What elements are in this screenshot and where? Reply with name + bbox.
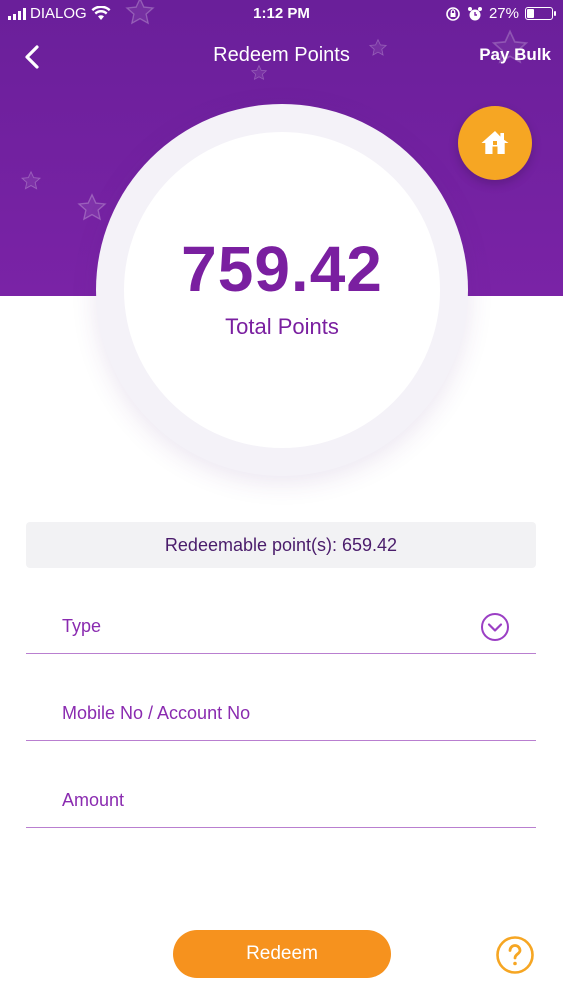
star-decoration-icon (77, 193, 107, 221)
home-button[interactable] (458, 106, 532, 180)
pay-bulk-button[interactable]: Pay Bulk (479, 45, 551, 65)
total-points-value: 759.42 (181, 233, 383, 305)
type-label: Type (62, 616, 102, 636)
amount-field[interactable]: Amount (26, 768, 536, 828)
total-points-label: Total Points (225, 314, 339, 339)
redeem-button[interactable]: Redeem (173, 930, 391, 978)
home-icon (481, 131, 509, 154)
status-right: 27% (445, 5, 556, 22)
redeemable-points: Redeemable point(s): 659.42 (26, 522, 536, 568)
battery-fill (527, 9, 535, 18)
rotation-lock-icon (446, 6, 460, 21)
chevron-down-icon[interactable] (480, 612, 510, 642)
mobile-account-field[interactable]: Mobile No / Account No (26, 681, 536, 741)
type-dropdown[interactable]: Type (26, 594, 536, 654)
battery-icon (525, 7, 556, 20)
star-decoration-icon (20, 170, 42, 190)
help-icon[interactable] (495, 935, 535, 975)
alarm-icon (467, 6, 482, 20)
status-bar: DIALOG 1:12 PM 27% (0, 0, 563, 30)
battery-percent: 27% (488, 5, 519, 22)
